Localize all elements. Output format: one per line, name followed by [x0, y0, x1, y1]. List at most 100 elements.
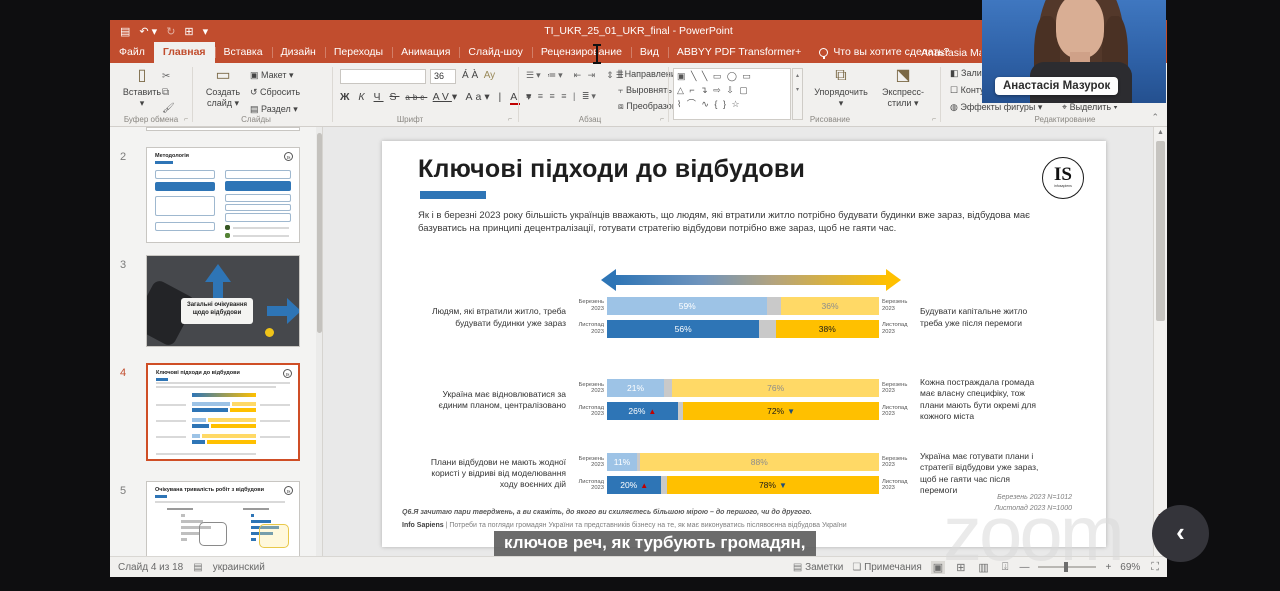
comments-button[interactable]: ❏ Примечания — [852, 562, 921, 573]
footnote-source: Info Sapiens | Потреби та погляди громад… — [402, 522, 847, 529]
bar-segment: 78%▼ — [667, 476, 879, 494]
period-label: Листопад 2023 — [882, 479, 914, 492]
group-font-label: Шрифт — [360, 115, 460, 124]
copy-icon[interactable]: ⧉ — [162, 87, 171, 98]
tab-slideshow[interactable]: Слайд-шоу — [459, 42, 531, 63]
arrange-button[interactable]: ⧉ Упорядочить▾ — [810, 67, 872, 108]
alignment-buttons[interactable]: ≡ ≡ ≡ ≡ | ≣▾ — [526, 91, 598, 102]
zoom-out-button[interactable]: — — [1019, 562, 1029, 573]
bar-segment: 26%▲ — [607, 402, 678, 420]
lightbulb-icon — [819, 48, 828, 57]
font-name-input[interactable] — [340, 69, 426, 84]
quick-access-toolbar: ▤ ↶ ▾ ↻ ⊞ ▾ — [110, 25, 208, 38]
shape-effects-button[interactable]: ◍ Эффекты фигуры ▾ — [950, 102, 1042, 113]
arrange-icon: ⧉ — [810, 67, 872, 85]
statement-right: Україна має готувати плани і стратегії в… — [920, 451, 1048, 497]
thumbnail-slide-4[interactable]: Ключові підходи до відбудови IS — [146, 363, 300, 461]
period-label: Березень 2023 — [882, 299, 914, 312]
select-button[interactable]: ⌖ Выделить ▾ — [1062, 102, 1117, 113]
reading-view-button[interactable]: ▥ — [976, 561, 990, 574]
slide-sorter-view-button[interactable]: ⊞ — [954, 561, 967, 574]
grow-shrink-font-icons[interactable]: А́ А̀ Ay — [462, 70, 495, 81]
qat-customize-icon[interactable]: ▾ — [203, 25, 209, 38]
statement-right: Кожна постраждала громада має власну спе… — [920, 377, 1048, 423]
footnote-question: Q6.Я зачитаю пари тверджень, а ви скажіт… — [402, 509, 812, 516]
thumbnail-slide-3[interactable]: Загальні очікування щодо відбудови — [146, 255, 300, 347]
tab-abbyy[interactable]: ABBYY PDF Transformer+ — [668, 42, 810, 63]
text-cursor — [592, 44, 602, 64]
group-drawing-label: Рисование — [770, 115, 890, 124]
undo-icon[interactable]: ↶ ▾ — [139, 25, 157, 38]
slide-thumbnail-panel: 2 Методологія IS — [110, 127, 316, 556]
tab-file[interactable]: Файл — [110, 42, 154, 63]
font-dialog-launcher[interactable]: ⌐ — [508, 116, 512, 123]
thumbnail-slide-1-partial[interactable] — [146, 127, 300, 131]
thumbnail-slide-5[interactable]: Очікувана тривалість робіт з відбудови I… — [146, 481, 300, 556]
account-name[interactable]: Anastasia Ma — [921, 47, 981, 59]
period-label: Листопад 2023 — [572, 322, 604, 335]
bar-track: 21% 76% — [607, 379, 879, 397]
group-slides-label: Слайды — [206, 115, 306, 124]
clipboard-dialog-launcher[interactable]: ⌐ — [184, 116, 188, 123]
zoom-shared-screen: ▤ ↶ ▾ ↻ ⊞ ▾ TI_UKR_25_01_UKR_final - Pow… — [0, 0, 1280, 591]
collapse-panel-button[interactable]: ‹ — [1152, 505, 1209, 562]
scroll-up-icon[interactable]: ▲ — [1154, 129, 1167, 136]
thumbnail-slide-2[interactable]: Методологія IS — [146, 147, 300, 243]
bar-track: 59%36% — [607, 297, 879, 315]
paste-button[interactable]: ▯ Вставить▾ — [116, 67, 168, 108]
new-slide-button[interactable]: ▭ Создать слайд ▾ — [198, 67, 248, 108]
zoom-percent[interactable]: 69% — [1120, 562, 1140, 573]
canvas-scrollbar[interactable]: ▲ ▼ ⌃⌄ — [1153, 127, 1167, 556]
group-clipboard-label: Буфер обмена — [112, 115, 190, 124]
cut-icon[interactable]: ✂ — [162, 71, 172, 82]
quick-styles-button[interactable]: ⬔ Экспресс-стили ▾ — [874, 67, 932, 108]
participant-video[interactable]: Анастасія Мазурок — [982, 0, 1166, 103]
notes-icon: ▤ — [793, 562, 802, 573]
slideshow-view-button[interactable]: ⍗ — [1000, 561, 1011, 574]
bar-segment: 76% — [672, 379, 879, 397]
bar-segment: 21% — [607, 379, 664, 397]
notes-button[interactable]: ▤ Заметки — [793, 562, 843, 573]
tab-animations[interactable]: Анимация — [392, 42, 459, 63]
save-icon[interactable]: ▤ — [120, 25, 130, 38]
language-indicator[interactable]: украинский — [213, 562, 265, 573]
scrollbar-thumb[interactable] — [1156, 141, 1165, 321]
redo-icon[interactable]: ↻ — [166, 25, 175, 38]
thumbnail-panel-scrollbar[interactable] — [316, 127, 323, 556]
bar-row: Березень 202321%76%Березень 2023 — [572, 379, 914, 397]
normal-view-button[interactable]: ▣ — [931, 561, 945, 574]
clipboard-icon: ▯ — [116, 67, 168, 85]
font-size-input[interactable]: 36 — [430, 69, 456, 84]
tab-insert[interactable]: Вставка — [215, 42, 272, 63]
zoom-slider[interactable] — [1038, 566, 1096, 568]
tab-review[interactable]: Рецензирование — [532, 42, 631, 63]
drawing-dialog-launcher[interactable]: ⌐ — [932, 116, 936, 123]
font-style-buttons[interactable]: Ж К Ч S abc AV▾ Aa▾ | А ▾ — [340, 91, 534, 103]
bar-segment: 59% — [607, 297, 767, 315]
tab-transitions[interactable]: Переходы — [325, 42, 392, 63]
shapes-gallery-scroll[interactable]: ▴▾ — [792, 68, 803, 120]
shapes-gallery[interactable]: ▣ ╲ ╲ ▭ ◯ ▭△ ⌐ ↴ ⇨ ⇩ ▢⌇ ⌒ ∿ { } ☆ — [673, 68, 791, 120]
statement-left: Україна має відновлюватися за єдиним пла… — [418, 389, 566, 411]
spellcheck-icon[interactable]: ▤ — [193, 562, 202, 573]
format-painter-icon[interactable]: 🖌 — [162, 103, 177, 114]
tab-design[interactable]: Дизайн — [272, 42, 325, 63]
period-label: Листопад 2023 — [882, 322, 914, 335]
group-paragraph-label: Абзац — [540, 115, 640, 124]
chart-group-1: Людям, які втратили житло, треба будуват… — [418, 297, 1070, 338]
collapse-ribbon-icon[interactable]: ⌃ — [1151, 112, 1159, 123]
zoom-in-button[interactable]: + — [1105, 562, 1111, 573]
tab-home[interactable]: Главная — [154, 42, 215, 63]
section-button[interactable]: ▤ Раздел ▾ — [250, 104, 298, 115]
tab-view[interactable]: Вид — [631, 42, 668, 63]
bar-segment: 72%▼ — [683, 402, 879, 420]
reset-button[interactable]: ↺ Сбросить — [250, 87, 300, 98]
bar-segment: 56% — [607, 320, 759, 338]
clear-format-icon[interactable]: Ay — [484, 70, 496, 81]
group-editing-label: Редактирование — [1010, 115, 1120, 124]
layout-button[interactable]: ▣ Макет ▾ — [250, 70, 294, 81]
fit-slide-button[interactable]: ⛶ — [1149, 561, 1161, 574]
list-indent-buttons[interactable]: ☰▾ ≔▾ ⇤ ⇥ ⇕☰ — [526, 70, 626, 81]
paragraph-dialog-launcher[interactable]: ⌐ — [660, 116, 664, 123]
start-slideshow-icon[interactable]: ⊞ — [184, 25, 193, 38]
